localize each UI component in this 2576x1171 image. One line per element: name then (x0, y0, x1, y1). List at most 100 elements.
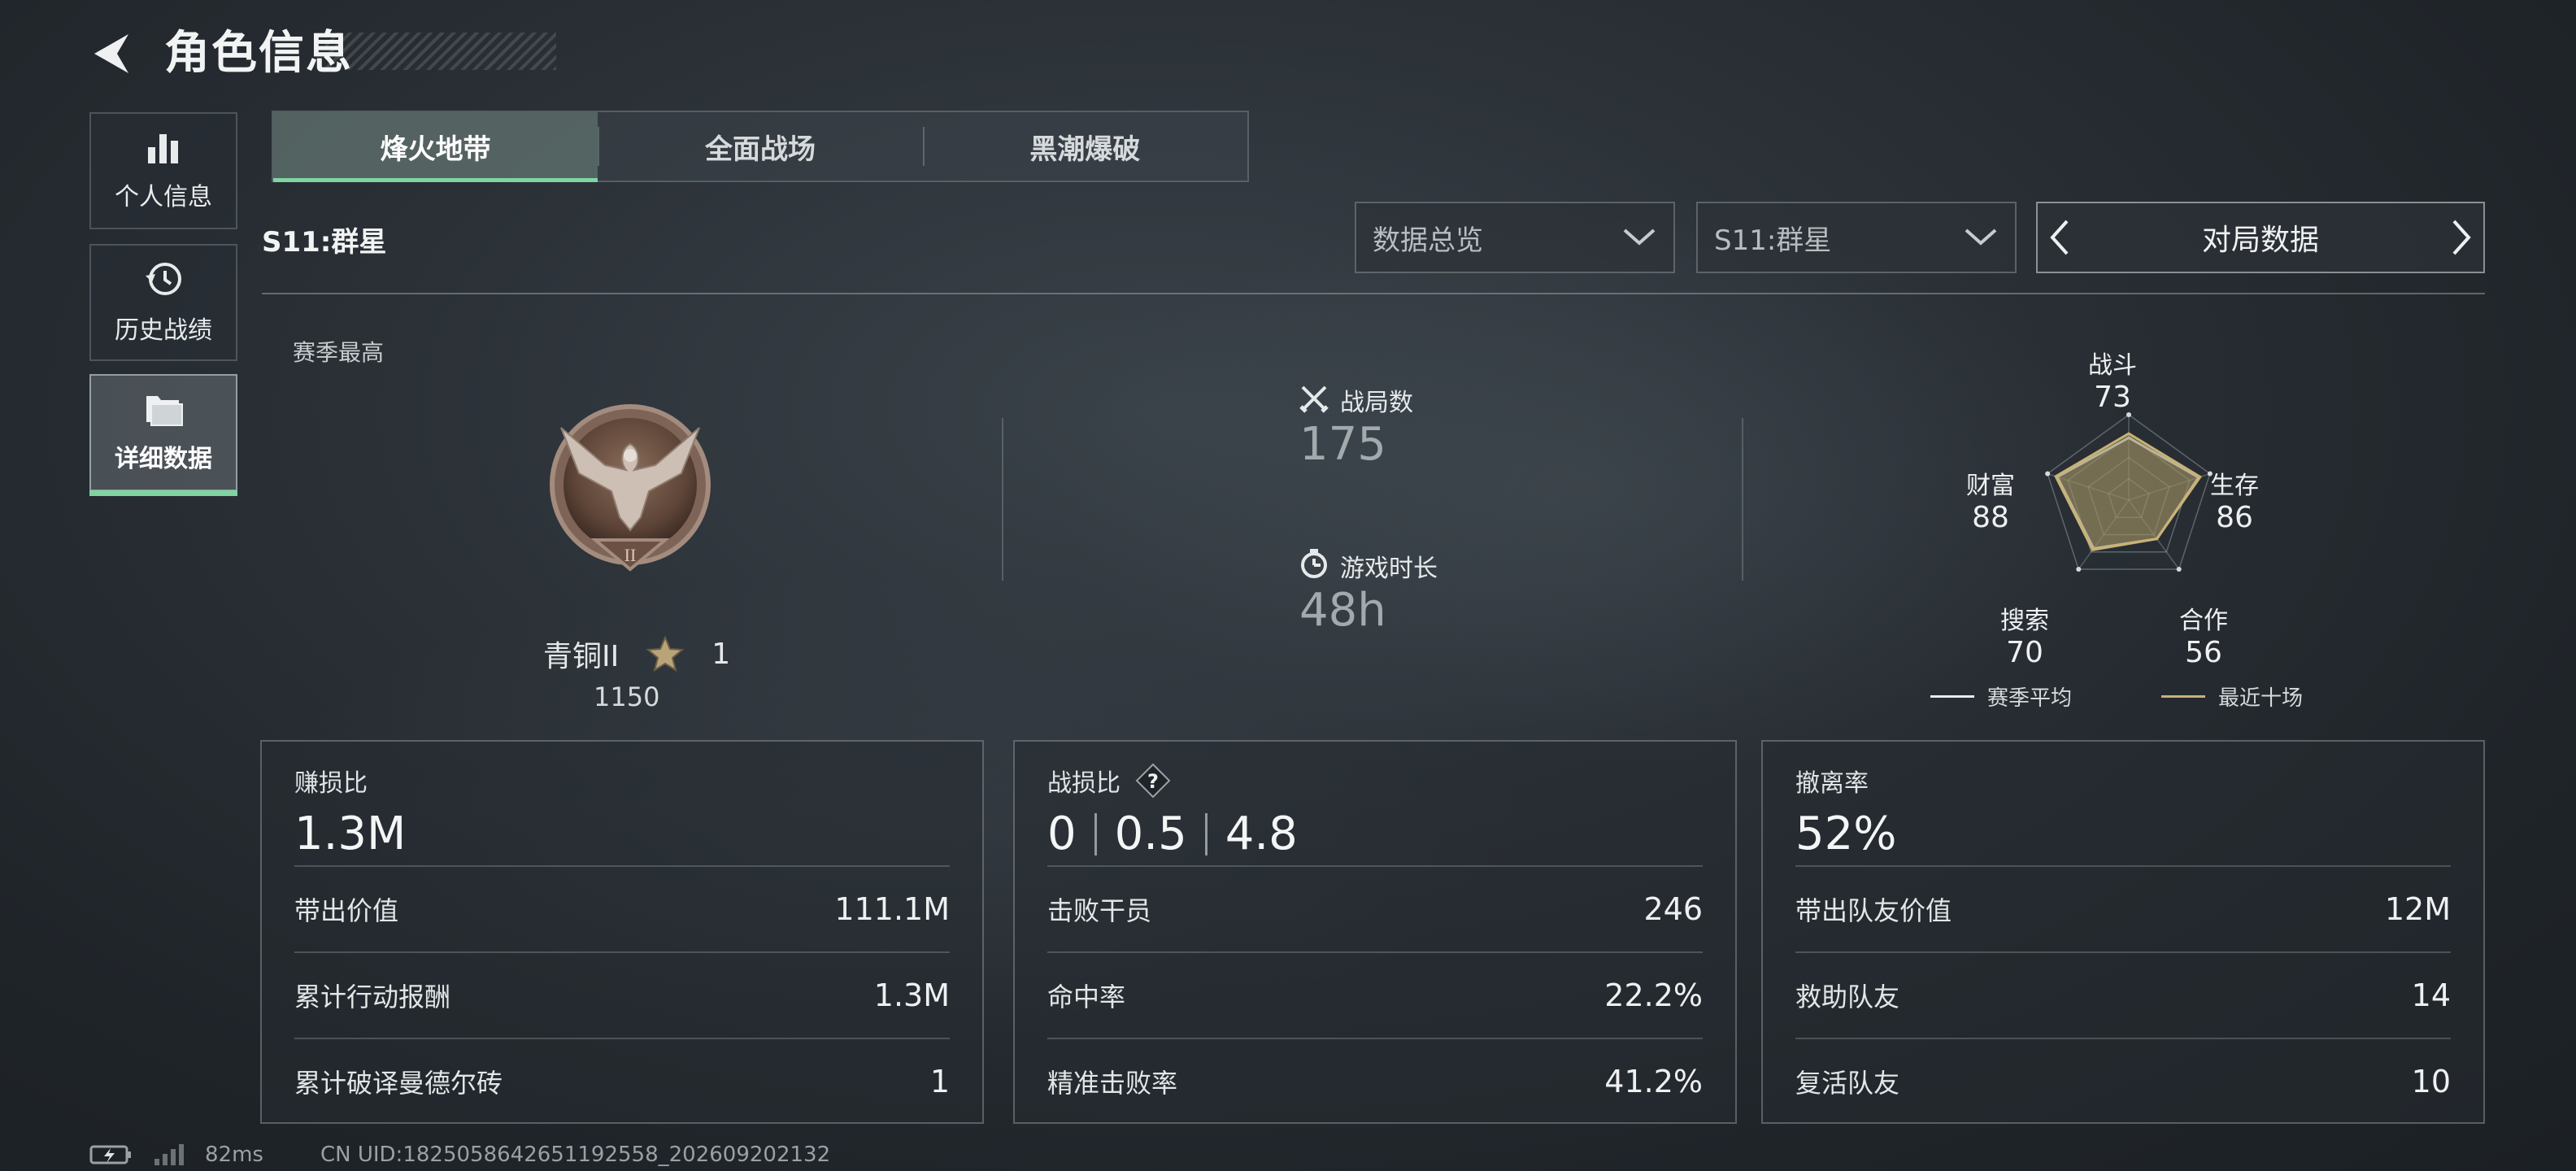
column-divider (1742, 418, 1743, 581)
sidebar-item-label: 详细数据 (115, 445, 212, 473)
radar-axis-value: 70 (2006, 636, 2043, 669)
stat-row-label: 命中率 (1047, 982, 1126, 1012)
mode-tabs: 烽火地带 全面战场 黑潮爆破 (272, 111, 1249, 182)
sidebar-item-label: 个人信息 (115, 183, 212, 211)
stat-row-value: 41.2% (1604, 1064, 1703, 1099)
sidebar-item-details[interactable]: 详细数据 (89, 374, 237, 496)
stat-row-value: 22.2% (1604, 977, 1703, 1013)
data-type-label: 对局数据 (2201, 224, 2319, 257)
stat-row-value: 12M (2384, 891, 2451, 927)
tab-full-battlefield[interactable]: 全面战场 (598, 112, 922, 181)
extraction-rate-card: 撤离率 52% 带出队友价值 12M 救助队友 14 复活队友 10 (1761, 740, 2485, 1124)
stat-row: 命中率 22.2% (1047, 951, 1703, 1038)
radar-axis-search: 搜索 70 (1976, 600, 2073, 669)
card-main-value: 1.3M (294, 808, 407, 860)
dropdown-value: S11:群星 (1714, 224, 1832, 257)
rank-score: 1150 (594, 681, 660, 712)
ratio-separator (1094, 813, 1097, 855)
stat-row: 累计破译曼德尔砖 1 (294, 1038, 950, 1124)
card-title: 撤离率 (1795, 763, 1869, 799)
ping-value: 82ms (205, 1143, 263, 1167)
radar-axis-name: 战斗 (2088, 351, 2137, 380)
kd-ratio-values: 0 0.5 4.8 (1047, 802, 1298, 867)
data-overview-dropdown[interactable]: 数据总览 (1355, 202, 1675, 273)
rank-stars: 1 (711, 637, 731, 671)
radar-vertex-dot (2076, 566, 2082, 572)
sidebar-item-profile[interactable]: 个人信息 (89, 112, 237, 229)
playtime-value: 48h (1299, 584, 1386, 637)
history-icon (146, 263, 181, 295)
back-arrow-icon[interactable] (88, 31, 137, 76)
stat-row: 带出队友价值 12M (1795, 865, 2451, 951)
sidebar-item-history[interactable]: 历史战绩 (89, 244, 237, 361)
radar-axis-value: 56 (2185, 636, 2222, 669)
radar-axis-name: 合作 (2179, 607, 2228, 635)
stat-row-label: 复活队友 (1795, 1068, 1900, 1099)
user-uid: CN UID:1825058642651192558_202609202132 (320, 1143, 831, 1167)
chevron-down-icon (1623, 229, 1656, 246)
radar-axis-value: 86 (2216, 501, 2253, 534)
stat-row: 累计行动报酬 1.3M (294, 951, 950, 1038)
playtime-label: 游戏时长 (1340, 555, 1438, 583)
season-title: S11:群星 (262, 226, 387, 259)
legend-season-average: 赛季平均 (1930, 681, 2072, 712)
sidebar-item-label: 历史战绩 (115, 316, 212, 345)
stat-row-label: 带出队友价值 (1795, 895, 1952, 926)
folder-icon (146, 396, 183, 426)
stat-row-value: 111.1M (834, 891, 950, 927)
stat-row: 救助队友 14 (1795, 951, 2451, 1038)
stat-row-value: 1 (929, 1064, 950, 1099)
stat-row-value: 10 (2411, 1064, 2451, 1099)
stat-row-value: 246 (1643, 891, 1703, 927)
bronze-rank-badge-icon: II (550, 404, 711, 572)
rank-name: 青铜II (543, 640, 620, 673)
kd-ratio-value: 4.8 (1225, 808, 1298, 860)
chevron-left-icon[interactable] (2047, 218, 2072, 257)
season-dropdown[interactable]: S11:群星 (1696, 202, 2017, 273)
radar-axis-teamwork: 合作 56 (2155, 600, 2252, 669)
rank-info: 青铜II 1 (543, 633, 730, 675)
stat-row: 带出价值 111.1M (294, 865, 950, 951)
chevron-down-icon (1965, 229, 1997, 246)
radar-vertex-dot (2045, 471, 2051, 477)
card-title: 赚损比 (294, 763, 368, 799)
status-footer: 82ms CN UID:1825058642651192558_20260920… (89, 1138, 830, 1171)
legend-label: 赛季平均 (1987, 686, 2073, 711)
stat-row-label: 击败干员 (1047, 895, 1152, 926)
kd-ratio-value: 0.5 (1114, 808, 1187, 860)
stat-row-label: 救助队友 (1795, 982, 1900, 1012)
legend-label: 最近十场 (2218, 686, 2304, 711)
matches-value: 175 (1299, 418, 1386, 471)
dropdown-value: 数据总览 (1373, 224, 1483, 257)
radar-axis-survival: 生存 86 (2186, 465, 2283, 534)
card-title: 战损比 ? (1047, 763, 1171, 799)
stat-row: 击败干员 246 (1047, 865, 1703, 951)
matches-label: 战局数 (1340, 389, 1413, 417)
kd-ratio-card: 战损比 ? 0 0.5 4.8 击败干员 246 命中率 22.2% 精准击败率… (1013, 740, 1737, 1124)
title-decoration (325, 33, 556, 70)
stat-row-value: 14 (2411, 977, 2451, 1013)
stat-row-label: 带出价值 (294, 895, 399, 926)
stat-row-label: 累计行动报酬 (294, 982, 451, 1012)
profit-loss-card: 赚损比 1.3M 带出价值 111.1M 累计行动报酬 1.3M 累计破译曼德尔… (260, 740, 984, 1124)
tab-hazard-zone[interactable]: 烽火地带 (273, 112, 598, 182)
signal-strength-icon (154, 1144, 184, 1165)
bar-chart-icon (148, 134, 178, 163)
card-main-value: 52% (1795, 808, 1897, 860)
ratio-separator (1204, 813, 1208, 855)
help-question-icon[interactable]: ? (1135, 763, 1171, 799)
radar-axis-name: 搜索 (2000, 607, 2049, 635)
card-title-text: 撤离率 (1795, 769, 1869, 798)
stat-row-value: 1.3M (873, 977, 950, 1013)
chevron-right-icon[interactable] (2449, 218, 2474, 257)
legend-recent-ten: 最近十场 (2161, 681, 2303, 712)
radar-axis-value: 88 (1972, 501, 2009, 534)
radar-axis-combat: 战斗 73 (2064, 345, 2161, 414)
stat-row-label: 累计破译曼德尔砖 (294, 1068, 503, 1099)
stat-row-label: 精准击败率 (1047, 1068, 1178, 1099)
card-title-text: 赚损比 (294, 769, 368, 798)
kd-ratio-value: 0 (1047, 808, 1077, 860)
battery-charging-icon (89, 1145, 131, 1164)
tab-black-tide[interactable]: 黑潮爆破 (922, 112, 1247, 181)
section-divider (262, 293, 2485, 294)
